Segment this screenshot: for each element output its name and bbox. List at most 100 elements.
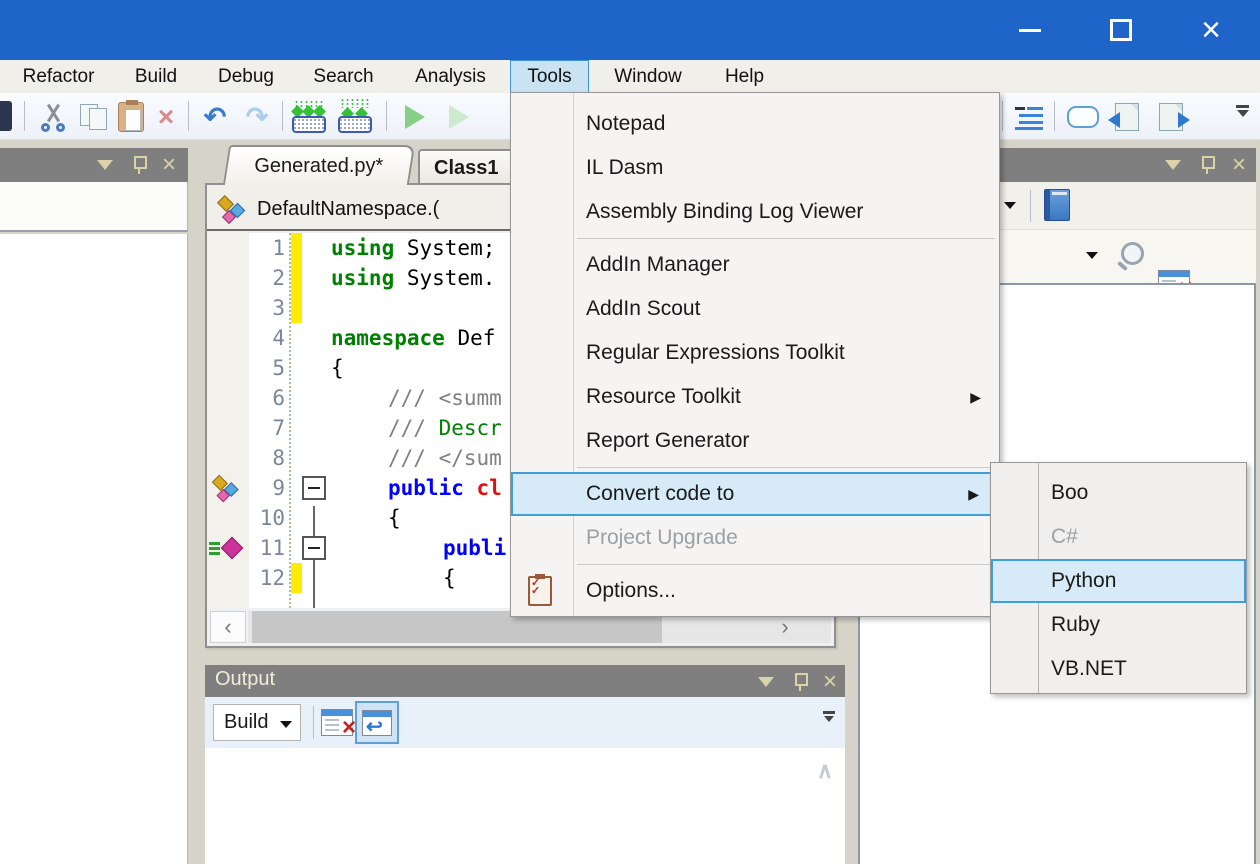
redo-button[interactable]: ↷: [238, 98, 276, 136]
undo-icon: ↶: [204, 102, 227, 133]
code-text: {: [443, 563, 456, 593]
submenu-item-vb-net[interactable]: VB.NET: [991, 647, 1246, 691]
tab-generated-py[interactable]: Generated.py*: [223, 145, 415, 185]
dropdown-arrow-icon[interactable]: [1086, 252, 1098, 259]
menu-separator: [511, 463, 999, 472]
menubar-item-analysis[interactable]: Analysis: [404, 60, 497, 93]
fold-collapse-box[interactable]: [302, 476, 326, 500]
toolbar-overflow-icon[interactable]: [1236, 105, 1249, 117]
menu-item-label: AddIn Scout: [586, 297, 700, 321]
menu-item-label: Ruby: [1051, 613, 1100, 637]
minimize-icon: [1019, 29, 1041, 32]
toolbar-overflow-icon[interactable]: [823, 711, 835, 722]
menubar-item-help[interactable]: Help: [717, 60, 772, 93]
auto-hide-pin-icon[interactable]: [1194, 148, 1220, 182]
menubar-item-search[interactable]: Search: [306, 60, 381, 93]
line-number: 8: [247, 443, 285, 473]
close-button[interactable]: ×: [1186, 13, 1236, 47]
submenu-item-c[interactable]: C#: [991, 515, 1246, 559]
scroll-up-icon[interactable]: ∧: [817, 758, 833, 784]
menu-item-convert-code-to[interactable]: Convert code to▶: [511, 472, 999, 516]
minimize-button[interactable]: [1005, 13, 1055, 47]
method-icon: [209, 535, 247, 563]
navigate-back-button[interactable]: [1108, 98, 1146, 136]
line-number: 11: [247, 533, 285, 563]
menu-item-report-generator[interactable]: Report Generator: [511, 419, 999, 463]
word-wrap-toggle[interactable]: ↩: [355, 701, 399, 744]
build-selector-value: Build: [224, 711, 268, 734]
run-without-debugger-button[interactable]: [440, 98, 478, 136]
close-icon[interactable]: ×: [1226, 148, 1252, 182]
run-button[interactable]: [396, 98, 434, 136]
menubar-item-debug[interactable]: Debug: [209, 60, 283, 93]
menu-item-notepad[interactable]: Notepad: [511, 102, 999, 146]
menu-item-resource-toolkit[interactable]: Resource Toolkit▶: [511, 375, 999, 419]
auto-hide-pin-icon[interactable]: [787, 665, 813, 699]
window-position-icon[interactable]: [92, 148, 118, 182]
toolbar-separator: [1002, 101, 1003, 131]
left-panel-content[interactable]: [0, 234, 188, 864]
menu-item-regular-expressions-toolkit[interactable]: Regular Expressions Toolkit: [511, 331, 999, 375]
line-number: 3: [247, 293, 285, 323]
menubar-item-refactor[interactable]: Refactor: [12, 60, 105, 93]
delete-button[interactable]: ×: [147, 98, 185, 136]
line-number: 6: [247, 383, 285, 413]
menu-item-assembly-binding-log-viewer[interactable]: Assembly Binding Log Viewer: [511, 190, 999, 234]
word-wrap-icon: ↩: [362, 710, 392, 736]
fold-collapse-box[interactable]: [302, 536, 326, 560]
generate-code-button[interactable]: [290, 98, 328, 136]
navigate-forward-button[interactable]: [1152, 98, 1190, 136]
menubar-item-build[interactable]: Build: [127, 60, 185, 93]
maximize-button[interactable]: [1096, 13, 1146, 47]
toolbar-separator: [188, 101, 189, 131]
line-number: 2: [247, 263, 285, 293]
menu-item-project-upgrade[interactable]: Project Upgrade: [511, 516, 999, 560]
cut-button[interactable]: [34, 98, 72, 136]
menubar: Refactor Build Debug Search Analysis Tools Win…: [0, 60, 1260, 93]
indent-button[interactable]: [1010, 98, 1048, 136]
line-number: 1: [247, 233, 285, 263]
book-icon[interactable]: [1044, 189, 1070, 221]
paste-button[interactable]: [112, 98, 150, 136]
undo-button[interactable]: ↶: [196, 98, 234, 136]
namespace-combo-value: DefaultNamespace.(: [257, 198, 439, 221]
menubar-item-tools[interactable]: Tools: [510, 60, 589, 93]
code-text: {: [388, 503, 401, 533]
generate-code-alt-icon: [336, 100, 374, 134]
close-icon[interactable]: ×: [817, 665, 843, 699]
menu-item-label: Boo: [1051, 481, 1088, 505]
toolbar-separator: [1030, 190, 1031, 222]
save-icon[interactable]: [0, 101, 12, 131]
convert-code-to-submenu: Boo C# Python Ruby VB.NET: [990, 462, 1247, 694]
menu-item-label: C#: [1051, 525, 1078, 549]
auto-hide-pin-icon[interactable]: [126, 148, 152, 182]
build-category-selector[interactable]: Build: [213, 704, 301, 741]
window-position-icon[interactable]: [753, 665, 779, 699]
scroll-left-arrow[interactable]: ‹: [210, 611, 246, 643]
copy-button[interactable]: [76, 98, 114, 136]
search-icon[interactable]: [1116, 242, 1142, 270]
submenu-item-boo[interactable]: Boo: [991, 471, 1246, 515]
menu-item-options[interactable]: ✓✓Options...: [511, 569, 999, 613]
menu-item-addin-scout[interactable]: AddIn Scout: [511, 287, 999, 331]
menu-item-label: AddIn Manager: [586, 253, 730, 277]
submenu-item-ruby[interactable]: Ruby: [991, 603, 1246, 647]
class-icon: [210, 474, 244, 504]
menubar-item-window[interactable]: Window: [604, 60, 692, 93]
menu-item-addin-manager[interactable]: AddIn Manager: [511, 243, 999, 287]
navigate-back-icon: [1115, 103, 1139, 131]
close-icon[interactable]: ×: [156, 148, 182, 182]
line-number: 12: [247, 563, 285, 593]
run-icon: [405, 105, 425, 129]
submenu-arrow-icon: ▶: [968, 486, 979, 503]
new-window-button[interactable]: [1064, 98, 1102, 136]
dropdown-arrow-icon[interactable]: [1004, 202, 1016, 209]
output-content[interactable]: ∧: [205, 748, 845, 864]
menu-item-label: Notepad: [586, 112, 665, 136]
menu-item-il-dasm[interactable]: IL Dasm: [511, 146, 999, 190]
generate-code-alt-button[interactable]: [336, 98, 374, 136]
submenu-item-python[interactable]: Python: [991, 559, 1246, 603]
clear-output-button[interactable]: ×: [321, 709, 353, 736]
new-window-icon: [1067, 106, 1099, 128]
window-position-icon[interactable]: [1160, 148, 1186, 182]
